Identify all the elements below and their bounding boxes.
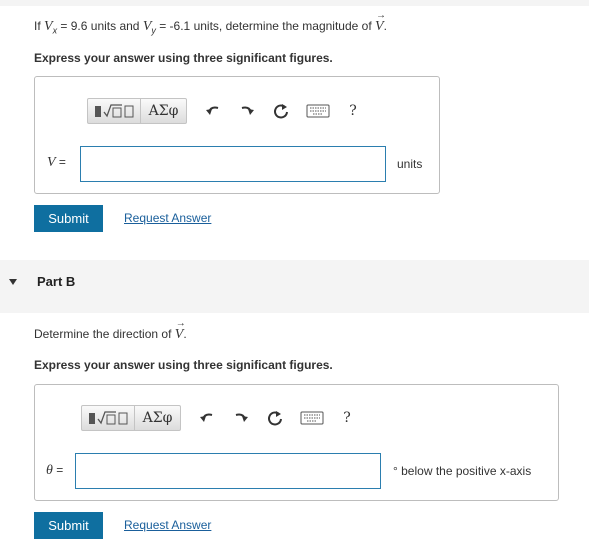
help-button[interactable]: ? xyxy=(342,100,364,122)
greek-symbols-button[interactable]: ΑΣφ xyxy=(134,406,180,430)
part-a-instruction: Express your answer using three signific… xyxy=(34,51,333,65)
keyboard-icon[interactable] xyxy=(299,407,325,429)
part-b-instruction: Express your answer using three signific… xyxy=(34,358,333,372)
part-b-request-answer-link[interactable]: Request Answer xyxy=(124,518,211,532)
part-a-request-answer-link[interactable]: Request Answer xyxy=(124,211,211,225)
part-a-answer-box: ΑΣφ ? V = units xyxy=(34,76,440,194)
magnitude-input[interactable] xyxy=(80,146,386,182)
redo-icon[interactable] xyxy=(236,100,258,122)
part-b-title: Part B xyxy=(37,274,76,289)
redo-icon[interactable] xyxy=(230,407,252,429)
templates-button[interactable] xyxy=(82,406,134,430)
undo-icon[interactable] xyxy=(196,407,218,429)
part-a-prompt: If Vx = 9.6 units and Vy = -6.1 units, d… xyxy=(34,10,387,36)
templates-icon xyxy=(95,104,134,118)
part-b-field-label: θ = xyxy=(46,463,64,478)
part-b-toolbar: ΑΣφ ? xyxy=(81,404,371,432)
keyboard-icon[interactable] xyxy=(305,100,331,122)
templates-button[interactable] xyxy=(88,99,140,123)
reset-icon[interactable] xyxy=(264,407,286,429)
caret-down-icon[interactable] xyxy=(8,277,18,287)
top-strip xyxy=(0,0,589,6)
part-b-answer-box: ΑΣφ ? θ = ° below the positive x-axis xyxy=(34,384,559,501)
part-a-submit-button[interactable]: Submit xyxy=(34,205,103,232)
part-b-header[interactable] xyxy=(0,260,589,313)
templates-icon xyxy=(89,411,128,425)
reset-icon[interactable] xyxy=(270,100,292,122)
part-b-unit: ° below the positive x-axis xyxy=(393,464,532,478)
direction-input[interactable] xyxy=(75,453,381,489)
part-b-prompt: Determine the direction of → V. xyxy=(34,318,187,342)
undo-icon[interactable] xyxy=(202,100,224,122)
part-a-unit: units xyxy=(397,157,423,171)
part-a-template-group: ΑΣφ xyxy=(87,98,187,124)
part-b-submit-button[interactable]: Submit xyxy=(34,512,103,539)
part-b-template-group: ΑΣφ xyxy=(81,405,181,431)
greek-symbols-button[interactable]: ΑΣφ xyxy=(140,99,186,123)
part-a-toolbar: ΑΣφ ? xyxy=(87,97,377,125)
help-button[interactable]: ? xyxy=(336,407,358,429)
part-a-field-label: V = xyxy=(47,155,66,170)
